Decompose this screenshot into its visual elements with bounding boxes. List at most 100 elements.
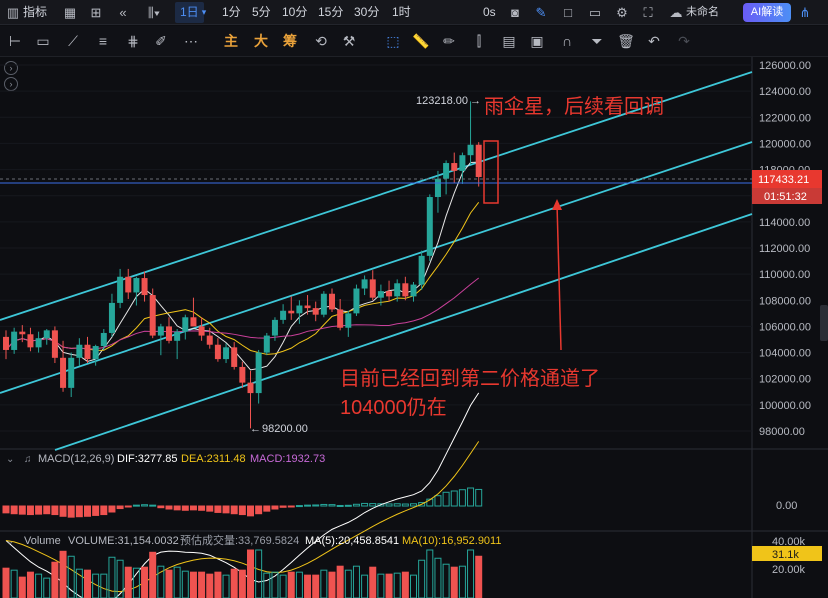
price-tick-label: 106000.00 bbox=[759, 321, 811, 333]
volume-bar bbox=[26, 571, 34, 598]
volume-bar bbox=[149, 551, 157, 598]
price-tick-label: 98000.00 bbox=[759, 426, 805, 438]
macd-histogram-bar bbox=[369, 503, 377, 507]
macd-histogram-bar bbox=[92, 505, 100, 516]
volume-collapse-icon[interactable]: ⌄ bbox=[6, 536, 14, 547]
candle-body bbox=[312, 308, 319, 315]
macd-histogram-bar bbox=[157, 505, 165, 509]
volume-bar bbox=[450, 566, 458, 598]
macd-histogram-bar bbox=[320, 503, 328, 507]
macd-histogram-bar bbox=[271, 505, 279, 510]
candle-body bbox=[198, 326, 205, 336]
candle-body bbox=[27, 334, 34, 348]
macd-histogram-bar bbox=[410, 503, 417, 507]
macd-histogram-bar bbox=[230, 505, 238, 515]
low-price-label: 98200.00 bbox=[262, 423, 308, 435]
macd-histogram-bar bbox=[287, 505, 295, 508]
note-middle-line1: 目前已经回到第二价格通道了 bbox=[340, 367, 600, 390]
macd-histogram-bar bbox=[458, 489, 466, 507]
volume-bar bbox=[393, 572, 401, 598]
candle-body bbox=[3, 336, 9, 350]
candle-body bbox=[100, 332, 107, 347]
candle-body bbox=[418, 255, 425, 285]
candle-body bbox=[247, 382, 254, 394]
volume-bar bbox=[304, 574, 312, 598]
volume-bar bbox=[35, 573, 43, 598]
volume-bar bbox=[279, 574, 287, 598]
candle-body bbox=[166, 326, 172, 341]
arrow-shaft bbox=[556, 203, 562, 351]
macd-histogram-bar bbox=[43, 505, 51, 515]
volume-bar bbox=[141, 566, 149, 598]
macd-histogram-bar bbox=[393, 503, 401, 507]
price-chart[interactable]: 126000.00124000.00122000.00120000.001180… bbox=[0, 0, 828, 598]
macd-histogram-bar bbox=[149, 504, 157, 507]
macd-histogram-bar bbox=[26, 505, 34, 516]
candle-body bbox=[117, 276, 124, 303]
candle-body bbox=[231, 347, 238, 367]
macd-collapse-icon[interactable]: ⌄ bbox=[6, 454, 14, 465]
macd-histogram-bar bbox=[75, 505, 83, 518]
macd-histogram-bar bbox=[263, 505, 271, 512]
price-tick-label: 108000.00 bbox=[759, 295, 811, 307]
price-tick-label: 122000.00 bbox=[759, 112, 811, 124]
volume-bar bbox=[344, 569, 352, 598]
volume-ma10: MA(10):16,952.9011 bbox=[402, 535, 501, 547]
note-middle-line2: 104000仍在 bbox=[340, 396, 447, 419]
volume-bar bbox=[132, 567, 140, 598]
volume-bar bbox=[165, 569, 173, 598]
candle-body bbox=[369, 279, 376, 298]
candle-body bbox=[320, 293, 327, 315]
volume-bar bbox=[51, 561, 59, 598]
note-top: 雨伞星，后续看回调 bbox=[484, 95, 664, 118]
bar-countdown-label: 01:51:32 bbox=[764, 191, 807, 203]
volume-bar bbox=[18, 576, 26, 598]
candle-body bbox=[239, 366, 246, 383]
volume-bar bbox=[475, 555, 483, 598]
price-channels bbox=[0, 71, 753, 451]
candle-body bbox=[43, 330, 50, 339]
candle-body bbox=[108, 302, 115, 333]
current-price-label: 117433.21 bbox=[758, 174, 809, 186]
volume-bar bbox=[10, 569, 18, 598]
volume-bar bbox=[401, 571, 409, 598]
volume-bar bbox=[287, 571, 295, 598]
high-price-label: 123218.00 bbox=[416, 95, 468, 107]
candle-body bbox=[190, 317, 197, 327]
candle-body bbox=[345, 313, 352, 328]
price-tick-label: 110000.00 bbox=[759, 269, 810, 281]
volume-bar bbox=[173, 566, 181, 598]
macd-histogram-bar bbox=[434, 495, 442, 507]
volume-bar bbox=[238, 569, 246, 598]
macd-histogram-bar bbox=[312, 504, 320, 507]
macd-dif-line bbox=[5, 392, 480, 598]
candle-body bbox=[51, 330, 58, 358]
candle-body bbox=[475, 144, 482, 177]
candle-body bbox=[182, 317, 189, 332]
candle-body bbox=[386, 291, 393, 297]
macd-histogram-bar bbox=[10, 505, 18, 515]
macd-histogram-bar bbox=[238, 505, 246, 516]
candle-body bbox=[68, 357, 75, 388]
candle-body bbox=[223, 347, 230, 360]
volume-bar bbox=[100, 573, 108, 598]
candle-body bbox=[304, 305, 311, 309]
macd-histogram-bar bbox=[206, 505, 214, 512]
macd-alert-icon[interactable]: ♫ bbox=[24, 454, 32, 465]
candle-body bbox=[337, 309, 344, 328]
macd-histogram-bar bbox=[116, 505, 124, 510]
price-axis-ticks: 126000.00124000.00122000.00120000.001180… bbox=[759, 60, 811, 438]
volume-bar bbox=[43, 577, 51, 598]
candle-body bbox=[206, 335, 213, 345]
candle-body bbox=[377, 291, 384, 298]
candle-body bbox=[255, 352, 262, 394]
candle-body bbox=[141, 278, 148, 296]
candle-body bbox=[394, 283, 401, 297]
moving-average-line bbox=[5, 161, 479, 371]
macd-histogram-bar bbox=[385, 503, 393, 507]
macd-title: MACD(12,26,9) bbox=[38, 453, 114, 465]
macd-histogram-bar bbox=[361, 502, 369, 507]
volume-bar bbox=[116, 559, 124, 598]
macd-histogram-bar bbox=[100, 505, 108, 516]
volume-bar bbox=[418, 559, 426, 598]
